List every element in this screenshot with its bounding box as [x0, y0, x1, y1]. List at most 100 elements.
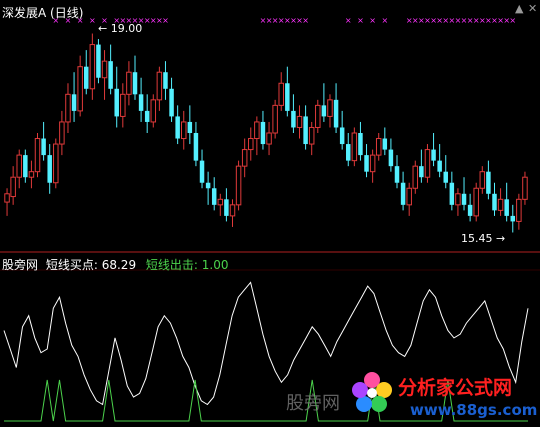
signal-marker: × [162, 16, 169, 25]
candle [346, 133, 351, 167]
candle [303, 105, 308, 150]
signal-marker: × [89, 16, 96, 25]
candle [308, 121, 315, 156]
candle [41, 121, 46, 161]
candle [144, 94, 150, 133]
candle [364, 144, 369, 178]
candle [358, 121, 363, 161]
candle [339, 110, 345, 150]
candle [114, 66, 119, 128]
period-label: (日线) [50, 6, 84, 20]
flower-logo-icon [352, 372, 392, 412]
candle [406, 182, 412, 216]
candle [241, 138, 248, 178]
candle [65, 83, 71, 133]
candle [254, 116, 260, 156]
candle [34, 133, 41, 178]
candle [272, 99, 278, 139]
candle [71, 72, 77, 122]
candle [47, 144, 52, 194]
close-button[interactable]: ✕ [528, 2, 537, 15]
candle [266, 121, 272, 156]
candle [175, 105, 180, 145]
candle [138, 77, 144, 122]
candle [180, 110, 187, 150]
candle [412, 160, 419, 194]
candle [163, 61, 168, 100]
candle [492, 182, 497, 216]
stock-title: 深发展A [2, 6, 47, 20]
candle [199, 149, 205, 189]
candle [278, 72, 284, 111]
main-header: 深发展A (日线) [2, 4, 83, 21]
candle [285, 66, 290, 117]
signal-marker: × [369, 16, 376, 25]
candle [461, 177, 467, 211]
candle [437, 144, 442, 178]
candle [211, 177, 217, 211]
low-price-label: 15.45 [461, 232, 493, 245]
candle [59, 110, 65, 156]
candle [132, 55, 138, 100]
indicator-name: 股旁网 [2, 258, 39, 272]
candle [510, 204, 516, 233]
stock-chart: × × × × × × × × × × × × × × × × × × × × × × × × × × × × × × × × × × × × × × × ×… [0, 16, 540, 422]
candle [431, 133, 436, 167]
candle [424, 144, 431, 183]
candle [126, 61, 132, 106]
indicator-header: 股旁网 短线买点: 68.29 短线出击: 1.00 [2, 256, 229, 273]
buy-point-value: 68.29 [101, 258, 137, 272]
candle [77, 55, 83, 117]
candle [205, 171, 211, 205]
candle [400, 171, 406, 211]
high-arrow-icon: ← [98, 22, 108, 35]
low-arrow-icon: → [496, 232, 506, 245]
candle [394, 155, 400, 189]
candle [156, 66, 163, 111]
candle [16, 149, 22, 189]
high-price-annotation: ← 19.00 [98, 22, 142, 35]
candle [28, 160, 35, 189]
scroll-up-button[interactable]: ▲ [515, 2, 523, 15]
candle [4, 188, 10, 216]
candle [388, 138, 394, 172]
candle [479, 166, 486, 194]
candle [369, 149, 376, 183]
candle [150, 94, 157, 128]
candle [84, 50, 89, 95]
candlestick-series [4, 33, 528, 233]
signal-marker: × [381, 16, 388, 25]
candle [235, 160, 242, 211]
candle [89, 33, 96, 100]
candle [23, 149, 28, 183]
candle [291, 94, 296, 133]
candle [497, 188, 504, 216]
candle [10, 166, 16, 205]
candle [419, 149, 424, 183]
brand-name: 分析家公式网 [398, 377, 513, 399]
candle [473, 182, 479, 222]
candle [333, 83, 339, 133]
attack-value: 1.00 [201, 258, 229, 272]
brand-url: www.88gs.com [410, 401, 538, 419]
faint-watermark-text: 股旁网 [286, 393, 340, 414]
candle [224, 188, 229, 222]
candle [516, 193, 522, 230]
high-price-label: 19.00 [110, 22, 143, 35]
candle [375, 133, 382, 161]
candle [321, 83, 327, 122]
candle [53, 138, 59, 189]
signal-marker: × [357, 16, 364, 25]
candle [229, 199, 236, 227]
candle [467, 193, 473, 222]
candle [522, 171, 528, 205]
candle [120, 83, 126, 128]
candle [260, 110, 266, 150]
candle [108, 44, 113, 95]
candle [193, 121, 199, 167]
signal-marker: × [509, 16, 516, 25]
candle [217, 193, 224, 216]
candle [296, 105, 303, 139]
candle [486, 160, 491, 200]
signal-marker: × [345, 16, 352, 25]
